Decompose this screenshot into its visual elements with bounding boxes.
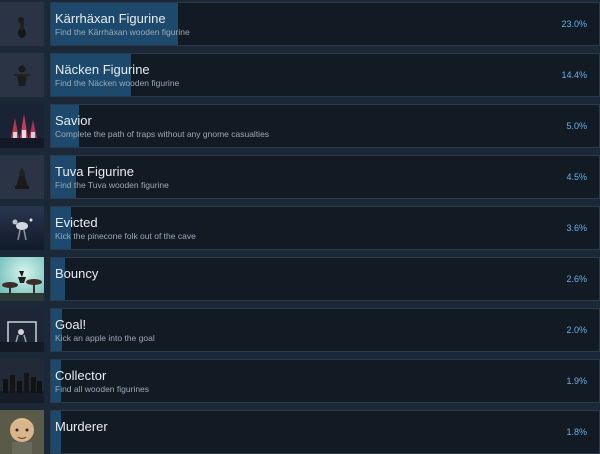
achievement-title: Tuva Figurine xyxy=(55,164,134,179)
achievement-title: Näcken Figurine xyxy=(55,62,150,77)
gnome-icon xyxy=(0,104,44,148)
achievement-percent: 1.8% xyxy=(566,427,587,437)
achievement-description: Find the Tuva wooden figurine xyxy=(55,180,169,190)
achievement-progress-bar: Collector Find all wooden figurines 1.9% xyxy=(50,359,600,403)
achievement-progress-bar: Kärrhäxan Figurine Find the Kärrhäxan wo… xyxy=(50,2,600,46)
achievement-progress-bar: Bouncy 2.6% xyxy=(50,257,600,301)
figurine-icon xyxy=(0,155,44,199)
creature-icon xyxy=(0,206,44,250)
achievement-progress-bar: Savior Complete the path of traps withou… xyxy=(50,104,600,148)
achievement-title: Savior xyxy=(55,113,92,128)
achievement-title: Bouncy xyxy=(55,266,99,281)
achievement-percent: 1.9% xyxy=(566,376,587,386)
achievement-description: Kick an apple into the goal xyxy=(55,333,155,343)
achievement-percent: 2.0% xyxy=(566,325,587,335)
achievement-row[interactable]: Murderer 1.8% xyxy=(0,410,600,454)
achievement-title: Evicted xyxy=(55,215,98,230)
achievement-percent: 3.6% xyxy=(566,223,587,233)
achievement-progress-bar: Tuva Figurine Find the Tuva wooden figur… xyxy=(50,155,600,199)
achievement-row[interactable]: Kärrhäxan Figurine Find the Kärrhäxan wo… xyxy=(0,2,600,46)
achievement-title: Collector xyxy=(55,368,107,383)
achievement-percent: 23.0% xyxy=(561,19,587,29)
achievement-row[interactable]: Näcken Figurine Find the Näcken wooden f… xyxy=(0,53,600,97)
achievement-row[interactable]: Tuva Figurine Find the Tuva wooden figur… xyxy=(0,155,600,199)
child-portrait-icon xyxy=(0,410,44,454)
figurine-icon xyxy=(0,53,44,97)
achievement-description: Find the Kärrhäxan wooden figurine xyxy=(55,27,190,37)
achievement-description: Find the Näcken wooden figurine xyxy=(55,78,180,88)
figurines-group-icon xyxy=(0,359,44,403)
achievement-row[interactable]: Bouncy 2.6% xyxy=(0,257,600,301)
achievement-percent: 4.5% xyxy=(566,172,587,182)
achievement-description: Complete the path of traps without any g… xyxy=(55,129,270,139)
achievement-title: Goal! xyxy=(55,317,87,332)
goal-icon xyxy=(0,308,44,352)
achievement-progress-bar: Murderer 1.8% xyxy=(50,410,600,454)
achievement-row[interactable]: Goal! Kick an apple into the goal 2.0% xyxy=(0,308,600,352)
achievement-row[interactable]: Evicted Kick the pinecone folk out of th… xyxy=(0,206,600,250)
achievement-row[interactable]: Savior Complete the path of traps withou… xyxy=(0,104,600,148)
achievement-percent: 5.0% xyxy=(566,121,587,131)
achievement-row[interactable]: Collector Find all wooden figurines 1.9% xyxy=(0,359,600,403)
achievement-description: Find all wooden figurines xyxy=(55,384,150,394)
achievement-progress-bar: Evicted Kick the pinecone folk out of th… xyxy=(50,206,600,250)
achievement-progress-bar: Näcken Figurine Find the Näcken wooden f… xyxy=(50,53,600,97)
mushroom-icon xyxy=(0,257,44,301)
achievement-description: Kick the pinecone folk out of the cave xyxy=(55,231,196,241)
achievement-list: Kärrhäxan Figurine Find the Kärrhäxan wo… xyxy=(0,0,600,454)
achievement-title: Kärrhäxan Figurine xyxy=(55,11,166,26)
achievement-percent: 14.4% xyxy=(561,70,587,80)
achievement-percent: 2.6% xyxy=(566,274,587,284)
achievement-progress-bar: Goal! Kick an apple into the goal 2.0% xyxy=(50,308,600,352)
figurine-icon xyxy=(0,2,44,46)
achievement-title: Murderer xyxy=(55,419,108,434)
